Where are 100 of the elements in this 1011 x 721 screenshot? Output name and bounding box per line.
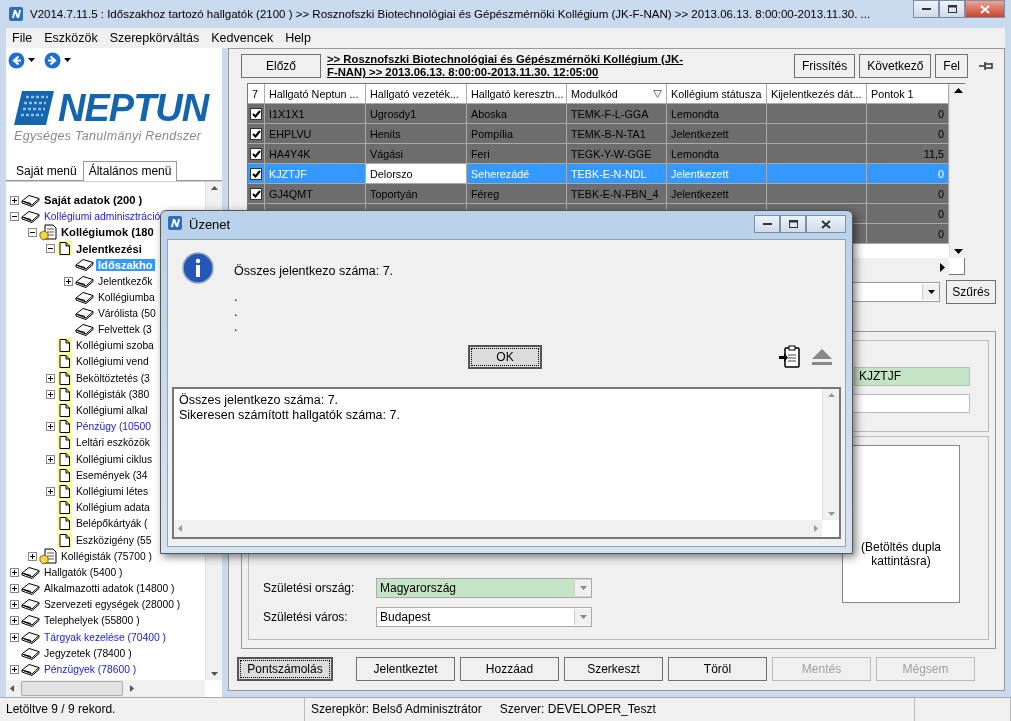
- column-header[interactable]: Hallgató Neptun ...: [265, 84, 366, 104]
- table-row[interactable]: HA4Y4K Vágási Feri TEGK-Y-W-GGE Lemondta 11,5: [248, 144, 949, 164]
- tree-toggle[interactable]: [28, 227, 37, 237]
- ok-button[interactable]: OK: [468, 345, 542, 369]
- tree-item[interactable]: Kollégiumi szoba: [74, 340, 156, 352]
- tree-toggle[interactable]: [10, 195, 19, 205]
- tree-toggle[interactable]: [46, 422, 55, 432]
- tree-item[interactable]: Kollégisták (380: [74, 388, 152, 400]
- scroll-down-icon[interactable]: [953, 249, 963, 254]
- checkbox[interactable]: [250, 187, 262, 200]
- table-row[interactable]: GJ4QMT Toportyán Féreg TEBK-E-N-FBN_4 Jelentkezett 0: [248, 184, 949, 204]
- tree-item[interactable]: Alkalmazotti adatok (14800 ): [42, 583, 177, 595]
- column-header[interactable]: 7: [248, 84, 265, 104]
- minimize-button[interactable]: [754, 215, 780, 233]
- tree-toggle[interactable]: [10, 632, 19, 642]
- dropdown-field[interactable]: Magyarország: [376, 578, 592, 598]
- tree-toggle[interactable]: [10, 616, 19, 626]
- close-button[interactable]: [806, 215, 846, 233]
- tree-toggle[interactable]: [64, 276, 73, 286]
- tree-toggle[interactable]: [10, 211, 19, 221]
- tree-item[interactable]: Kollégiumi ciklus: [74, 453, 155, 465]
- checkbox[interactable]: [250, 127, 262, 140]
- menu-item[interactable]: Help: [279, 31, 317, 45]
- tree-toggle[interactable]: [46, 454, 55, 464]
- horizontal-scrollbar[interactable]: [6, 680, 205, 697]
- checkbox[interactable]: [250, 107, 262, 120]
- pin-icon[interactable]: [978, 60, 996, 72]
- tree-toggle[interactable]: [46, 244, 55, 254]
- action-button[interactable]: Jelentkeztet: [356, 657, 455, 681]
- clipboard-arrow-icon[interactable]: [779, 345, 801, 369]
- minimize-button[interactable]: [913, 0, 939, 18]
- tree-item[interactable]: Leltári eszközök: [74, 437, 152, 449]
- column-header[interactable]: Pontok 1: [867, 84, 949, 104]
- tree-toggle[interactable]: [10, 600, 19, 610]
- column-header[interactable]: Kijelentkezés dát...: [767, 84, 867, 104]
- scroll-up-icon[interactable]: [210, 186, 218, 190]
- table-row[interactable]: KJZTJF Delorszo Seherezádé TEBK-E-N-NDL Jelentkezett 0: [248, 164, 949, 184]
- checkbox[interactable]: [250, 167, 262, 180]
- table-row[interactable]: I1X1X1 Ugrosdy1 Aboska TEMK-F-L-GGA Lemondta 0: [248, 104, 949, 124]
- action-button[interactable]: Szerkeszt: [564, 657, 663, 681]
- filter-icon[interactable]: [653, 90, 662, 98]
- scroll-thumb[interactable]: [21, 681, 123, 696]
- tree-item[interactable]: Belépőkártyák (: [74, 518, 150, 530]
- tree-item[interactable]: Kollégiumi vend: [74, 356, 151, 368]
- tree-item[interactable]: Pénzügyek (78600 ): [42, 664, 139, 676]
- tree-item[interactable]: Tárgyak kezelése (70400 ): [42, 631, 168, 643]
- tree-item[interactable]: Beköltöztetés (3: [74, 372, 152, 384]
- scroll-down-icon[interactable]: [210, 672, 218, 676]
- tree-toggle[interactable]: [46, 373, 55, 383]
- caret-icon[interactable]: [64, 58, 71, 62]
- toolbar-button[interactable]: Fel: [935, 54, 968, 78]
- tree-toggle[interactable]: [10, 665, 19, 675]
- tree-item[interactable]: Hallgatók (5400 ): [42, 566, 125, 578]
- tree-item[interactable]: Saját adatok (200 ): [42, 194, 145, 207]
- tree-item[interactable]: Szervezeti egységek (28000 ): [42, 599, 183, 611]
- tree-item[interactable]: Jelentkezési: [74, 242, 144, 255]
- action-button[interactable]: Hozzáad: [460, 657, 559, 681]
- maximize-button[interactable]: [780, 215, 806, 233]
- tree-item[interactable]: Események (34: [74, 469, 150, 481]
- tree-item[interactable]: Kollégiumi adminisztráció: [42, 210, 163, 222]
- column-header[interactable]: Hallgató vezeték...: [366, 84, 467, 104]
- dropdown-field[interactable]: Budapest: [376, 607, 592, 627]
- menu-item[interactable]: Szerepkörváltás: [103, 31, 206, 45]
- tree-item[interactable]: Kollégiumi alkal: [74, 405, 150, 417]
- table-row[interactable]: EHPLVU Henits Pompília TEMK-B-N-TA1 Jelentkezett 0: [248, 124, 949, 144]
- neptun-code-field[interactable]: KJZTJF: [854, 367, 970, 386]
- scroll-left-icon[interactable]: [10, 685, 14, 692]
- tree-item[interactable]: Jelentkezők: [96, 275, 155, 287]
- column-header[interactable]: Hallgató keresztn...: [467, 84, 567, 104]
- toolbar-button[interactable]: Következő: [859, 54, 932, 78]
- tree-toggle[interactable]: [10, 567, 19, 577]
- tree-item[interactable]: Pénzügy (10500: [74, 421, 153, 433]
- menu-item[interactable]: File: [6, 31, 39, 45]
- scroll-right-icon[interactable]: [130, 685, 134, 692]
- tree-item[interactable]: Felvettek (3: [96, 324, 154, 336]
- vertical-scrollbar[interactable]: [949, 84, 966, 258]
- filter-button[interactable]: Szűrés: [946, 280, 996, 304]
- tree-item[interactable]: Jegyzetek (78400 ): [42, 647, 134, 659]
- previous-button[interactable]: Előző: [241, 54, 321, 78]
- tree-item[interactable]: Kollégiumi létes: [74, 485, 151, 497]
- tree-item[interactable]: Kollégiumok (180: [59, 226, 156, 239]
- dropdown-arrow-icon[interactable]: [927, 290, 935, 294]
- checkbox[interactable]: [250, 147, 262, 160]
- tree-item[interactable]: Eszközigény (55: [74, 534, 154, 546]
- scroll-right-icon[interactable]: [940, 262, 945, 272]
- action-button[interactable]: Töröl: [668, 657, 767, 681]
- tree-item[interactable]: Kollégisták (75700 ): [59, 550, 154, 562]
- action-button[interactable]: Pontszámolás: [237, 657, 333, 681]
- eject-icon[interactable]: [811, 348, 833, 366]
- context-link[interactable]: >> Rosznofszki Biotechnológiai és Gépészmérnöki Kollégium (JK-F-NAN) >> 2013.06.13. 8:00:00-2013.11.30. 12:05:00: [327, 53, 683, 79]
- tree-item[interactable]: Kollégiumba: [96, 291, 157, 303]
- back-icon[interactable]: [8, 51, 25, 69]
- tree-toggle[interactable]: [10, 584, 19, 594]
- sidebar-tab[interactable]: Általános menü: [82, 161, 178, 181]
- menu-item[interactable]: Eszközök: [38, 31, 104, 45]
- tree-item[interactable]: Kollégium adata: [74, 502, 152, 514]
- scroll-up-icon[interactable]: [953, 88, 963, 93]
- menu-item[interactable]: Kedvencek: [205, 31, 280, 45]
- column-header[interactable]: Kollégium státusza: [667, 84, 767, 104]
- caret-icon[interactable]: [28, 58, 35, 62]
